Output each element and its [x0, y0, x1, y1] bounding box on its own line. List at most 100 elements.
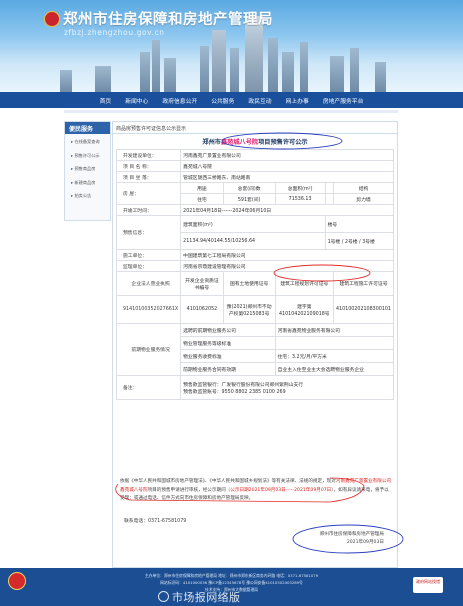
- remark-value: 预售款监管银行：广发银行股份有限公司郑州紫荆山支行 预售款监管账号：9550 8…: [180, 375, 394, 400]
- nav-item-gov-info[interactable]: 政府信息公开: [155, 96, 204, 105]
- location-value: 管城区陇西三桥路东、南站路南: [180, 171, 394, 183]
- house-units: 591套(间): [222, 193, 276, 205]
- sidebar-item-new-housing[interactable]: 新建商品房: [65, 175, 110, 189]
- sidebar-item-presale-housing[interactable]: 预售商品房: [65, 161, 110, 175]
- license-label: 企业法人营业执照: [115, 271, 182, 296]
- remark-account: 预售款监管账号：9550 8802 2385 0100 269: [183, 389, 286, 395]
- license-header-construction: 建筑工程施工许可证号: [333, 271, 394, 296]
- table-row: 项 目 坐 落： 管城区陇西三桥路东、南站路南: [115, 171, 394, 183]
- table-row: 前期物业服务情况 选聘的前期物业服务公司 河南省鑫苑物业服务有限公司: [115, 323, 395, 376]
- license-header-qualification: 开发企业资质证书编号: [180, 271, 224, 296]
- developer-value: 河南鑫苑广景置业有限公司: [180, 149, 394, 161]
- house-label: 房 屋：: [115, 182, 182, 205]
- house-header-structure: 结构: [333, 182, 394, 194]
- nav-item-online-service[interactable]: 网上办事: [279, 96, 316, 105]
- breadcrumb: 商品房预售许可证信息公示显示: [116, 126, 187, 132]
- property-level-label: 物业管理服务等级标准: [180, 336, 276, 350]
- table-row: 开发建设单位： 河南鑫苑广景置业有限公司: [115, 149, 394, 161]
- house-header-units: 总套(间)数: [222, 182, 276, 194]
- sub-bar: [64, 110, 398, 113]
- nav-item-news[interactable]: 新闻中心: [118, 96, 155, 105]
- table-row: 项 目 名 称： 鑫苑城八号院: [115, 160, 394, 172]
- notice-review: 项目的预售申请进行审核，经公示期间（: [147, 487, 231, 493]
- notice-dates: 公示日期2021年09月03日-----2021年09月07日: [230, 487, 332, 493]
- property-term-value: 自业主入住至业主大会选聘物业服务企业: [274, 362, 395, 376]
- house-empty: [324, 193, 335, 205]
- buildings-value: 1号楼 / 2号楼 / 3号楼: [324, 232, 395, 250]
- property-level-value: [274, 336, 395, 350]
- notice-intro: 依据《中华人民共和国城市房地产管理法》、《中华人民共和国城乡规划法》等有关法律、…: [120, 479, 336, 484]
- sidebar-heading: 便民服务: [65, 122, 110, 134]
- table-row: 房 屋： 用途 总套(间)数 总面积(m²) 结构: [115, 182, 394, 205]
- main-nav: 首页 新闻中心 政府信息公开 公共服务 政民互动 网上办事 房地产服务平台: [0, 92, 463, 108]
- report-error-badge[interactable]: 政府网站找错: [413, 577, 443, 593]
- header-banner: 郑州市住房保障和房地产管理局 zfbzj.zhengzhou.gov.cn: [0, 0, 463, 92]
- site-url: zfbzj.zhengzhou.gov.cn: [64, 28, 165, 37]
- supervision-value: 河南省宗鼎建设管理有限公司: [180, 260, 394, 272]
- property-company-value: 河南省鑫苑物业服务有限公司: [274, 323, 395, 337]
- title-prefix: 郑州市: [202, 139, 221, 146]
- construction-value: 中国建筑第七工程局有限公司: [180, 249, 394, 261]
- nav-item-home[interactable]: 首页: [93, 96, 119, 105]
- license-header-land: 国有土地使用证号: [222, 271, 276, 296]
- table-row: 预售信息： 建筑面积(m²) 楼号: [115, 215, 395, 250]
- table-row: 开竣工时间： 2021年04月18日------2024年06月10日: [115, 204, 394, 216]
- signature-org: 郑州市住房保障和房地产管理局: [319, 532, 384, 537]
- nav-item-real-estate-platform[interactable]: 房地产服务平台: [316, 96, 371, 105]
- table-row: 91410100352027661X 4101062052 豫(2021)郑州市…: [115, 295, 394, 324]
- property-fee-label: 物业服务收费标准: [180, 349, 276, 363]
- house-use: 住宅: [180, 193, 224, 205]
- building-label: 楼号: [324, 215, 395, 233]
- title-suffix: 项目预售许可公示: [258, 139, 308, 146]
- house-header-empty: [324, 182, 335, 194]
- house-structure: 剪力墙: [333, 193, 394, 205]
- property-label: 前期物业服务情况: [115, 323, 182, 376]
- license-planning: 建字第410104202109018号: [274, 295, 335, 324]
- remark-bank: 预售款监管银行：广发银行股份有限公司郑州紫荆山支行: [183, 382, 304, 388]
- license-code: 91410100352027661X: [115, 295, 182, 324]
- construction-label: 施工单位：: [115, 249, 182, 261]
- contact-phone: 联系电话：0371-67581079: [124, 519, 187, 524]
- area-value: 21134.94/40144.55/10256.64: [180, 232, 326, 250]
- nav-item-interaction[interactable]: 政民互动: [241, 96, 278, 105]
- nav-item-public-service[interactable]: 公共服务: [204, 96, 241, 105]
- signature-block: 郑州市住房保障和房地产管理局 2021年09月03日: [294, 531, 384, 547]
- property-company-label: 选聘的前期物业服务公司: [180, 323, 276, 337]
- table-row: 监理单位： 河南省宗鼎建设管理有限公司: [115, 260, 394, 272]
- project-name-value: 鑫苑城八号院: [180, 160, 394, 172]
- table-row: 备注： 预售款监管银行：广发银行股份有限公司郑州紫荆山支行 预售款监管账号：95…: [115, 375, 394, 400]
- presale-label: 预售信息：: [115, 215, 182, 250]
- document-title: 郑州市鑫苑城八号院项目预售许可公示: [113, 137, 397, 146]
- license-qualification: 4101062052: [180, 295, 224, 324]
- table-row: 企业法人营业执照 开发企业资质证书编号 国有土地使用证号 建筑工程规划许可证号 …: [115, 271, 394, 296]
- period-value: 2021年04月18日------2024年06月10日: [180, 204, 394, 216]
- site-title: 郑州市住房保障和房地产管理局: [63, 12, 273, 28]
- title-project-name: 鑫苑城八号院: [220, 139, 259, 146]
- developer-label: 开发建设单位：: [115, 149, 182, 161]
- signature-date: 2021年09月03日: [346, 540, 384, 545]
- watermark-text: 市场报网络版: [172, 591, 241, 604]
- license-construction: 410100202108300101: [333, 295, 394, 324]
- house-header-use: 用途: [180, 182, 224, 194]
- property-term-label: 前期物业服务合同有效期: [180, 362, 276, 376]
- sidebar-item-auction-notice[interactable]: 拍卖公告: [65, 188, 110, 202]
- license-header-planning: 建筑工程规划许可证号: [274, 271, 335, 296]
- watermark-logo-icon: [158, 591, 169, 602]
- table-row: 施工单位： 中国建筑第七工程局有限公司: [115, 249, 394, 261]
- license-land: 豫(2021)郑州市不动产权第0215083号: [222, 295, 276, 324]
- footer-icp: 网站标识码：4101000036 豫ICP备12345678号 豫公网安备410…: [160, 580, 303, 585]
- sidebar-item-presale-permit[interactable]: 预售许可公示: [65, 148, 110, 162]
- location-label: 项 目 坐 落：: [115, 171, 182, 183]
- house-area: 71536.13: [274, 193, 326, 205]
- project-name-label: 项 目 名 称：: [115, 160, 182, 172]
- remark-label: 备注：: [115, 375, 182, 400]
- divider: [113, 133, 397, 134]
- property-fee-value: 住宅：3.2元/月/平方米: [274, 349, 395, 363]
- sidebar-item-filing-query[interactable]: 在线备案查询: [65, 134, 110, 148]
- sidebar: 便民服务 在线备案查询 预售许可公示 预售商品房 新建商品房 拍卖公告: [64, 121, 111, 221]
- legal-notice: 依据《中华人民共和国城市房地产管理法》、《中华人民共和国城乡规划法》等有关法律、…: [120, 478, 392, 504]
- national-emblem-icon: [44, 11, 60, 27]
- area-label: 建筑面积(m²): [180, 215, 326, 233]
- permit-info-table: 开发建设单位： 河南鑫苑广景置业有限公司 项 目 名 称： 鑫苑城八号院 项 目…: [115, 149, 395, 400]
- footer-sponsor: 主办单位：郑州市住房保障和房地产管理局 地址：郑州市郑东新区商务内环路 电话：0…: [144, 573, 319, 578]
